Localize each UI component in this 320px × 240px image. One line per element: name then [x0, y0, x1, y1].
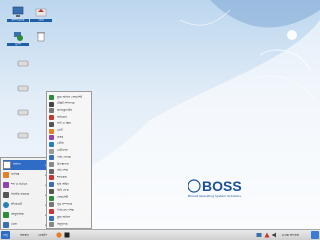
logo-tagline: Bharat Operating System Solutions [188, 194, 241, 198]
app-icon [49, 222, 54, 228]
computer-icon [12, 6, 24, 17]
home-folder-icon [35, 8, 47, 17]
logo-letters: BOSS [202, 178, 242, 194]
boss-logo-mark: BOSS [187, 178, 242, 194]
submenu-item-label: ফন্ট ও স্ক্রিন [57, 121, 71, 126]
media-icon [3, 182, 9, 188]
submenu-item-label: ক্যালকুলেটর [57, 107, 72, 112]
submenu-item-label: শব্দকোষ [57, 174, 67, 179]
taskbar-button-desktop[interactable]: ডেস্কটপ [36, 231, 49, 239]
app-icon [49, 135, 54, 141]
trash-icon [37, 32, 45, 42]
app-icon [49, 202, 54, 208]
show-desktop-button[interactable] [311, 231, 319, 239]
desktop-icon-trash[interactable] [30, 28, 52, 50]
desktop-icon-drive[interactable] [12, 104, 34, 126]
desktop-icon-label: ট্র্যাশ [7, 43, 29, 46]
clock[interactable]: 2:36 অপরাহ্ন [282, 231, 299, 239]
submenu-item-label: টেক্সট সম্পাদক [57, 101, 75, 106]
submenu-item-label: মুক্ত অফিস [57, 215, 71, 220]
submenu-item-label: অনুবাদক [57, 221, 68, 226]
network-icon [14, 32, 23, 41]
submenu-item[interactable]: অনুবাদক [49, 221, 91, 228]
submenu-item-label: উপস্থাপনা [57, 161, 69, 166]
submenu-item-label: ছবি আঁকা [57, 181, 69, 186]
submenu-item-label: চিঠি লেখা [57, 188, 70, 193]
app-icon [49, 148, 54, 154]
terminal-icon[interactable] [64, 232, 70, 238]
games-icon [3, 222, 9, 228]
app-icon [49, 162, 54, 167]
menu-item-accessories[interactable]: আনুষাঙ্গিক ▸ [3, 210, 47, 220]
submenu-item-label: ডেটাবেস [57, 148, 68, 153]
desktop-icon-home[interactable]: হোম [30, 4, 52, 26]
app-icon [49, 95, 54, 100]
submenu-item-label: অভিধান [57, 114, 68, 119]
drive-icon [17, 85, 29, 92]
submenu-item-label: প্রকল্প [57, 134, 64, 139]
submenu-item-label: নথি দর্শক [57, 168, 68, 173]
desktop-icon-label: কম্পিউটার [7, 19, 29, 22]
submenu-item-label: স্প্রেডশিট [57, 195, 69, 199]
desktop-icon-label: হোম [30, 19, 52, 22]
start-menu: অফিস ▸ গ্রাফিক্স ▸ শব্দ ও ভিডিও ▸ সিস্টে… [0, 157, 48, 230]
update-tray-icon[interactable] [264, 232, 270, 238]
browser-icon[interactable] [56, 232, 62, 238]
taskbar-button-places[interactable]: অবস্থান [18, 231, 31, 239]
app-icon [49, 182, 54, 188]
menu-item-internet[interactable]: ইন্টারনেট ▸ [3, 200, 47, 210]
menu-item-graphics[interactable]: গ্রাফিক্স ▸ [3, 170, 47, 180]
start-button[interactable]: মেনু [1, 231, 10, 239]
desktop-icon-drive[interactable] [12, 127, 34, 149]
submenu-item-label: মুক্ত অফিস স্প্রেডশিট [57, 94, 83, 99]
app-icon [49, 168, 54, 174]
app-icon [49, 188, 54, 194]
graphics-icon [3, 172, 9, 178]
app-icon [49, 115, 54, 121]
drive-icon [17, 132, 29, 139]
app-icon [49, 155, 54, 161]
submenu-item-label: নোট [57, 128, 63, 132]
app-icon [49, 108, 54, 114]
accessories-icon [3, 212, 9, 218]
app-icon [49, 195, 54, 201]
network-tray-icon[interactable] [256, 232, 262, 238]
desktop-icon-drive[interactable] [12, 80, 34, 102]
system-icon [3, 192, 9, 198]
app-icon [49, 215, 54, 221]
desktop-icon-drive[interactable] [12, 55, 34, 77]
drive-icon [17, 109, 29, 116]
menu-item-media[interactable]: শব্দ ও ভিডিও ▸ [3, 180, 47, 190]
app-icon [49, 101, 54, 107]
submenu-item-label: সূত্র সম্পাদক [57, 201, 73, 206]
office-submenu: মুক্ত অফিস স্প্রেডশিট টেক্সট সম্পাদক ক্যাল… [46, 91, 92, 229]
taskbar: মেনু অবস্থান ডেস্কটপ 2:36 অপরাহ্ন [0, 229, 320, 240]
submenu-item-label: পাঠ্য লেখক [57, 154, 71, 159]
boss-logo: BOSS Bharat Operating System Solutions [187, 178, 276, 214]
drive-icon [17, 60, 29, 67]
app-icon [49, 141, 54, 147]
submenu-item-label: পিডিএফ দর্শক [57, 208, 74, 213]
app-icon [49, 175, 54, 181]
desktop-icon-computer[interactable]: কম্পিউটার [7, 4, 29, 26]
app-icon [49, 128, 54, 134]
folder-icon [3, 161, 11, 169]
menu-item-system[interactable]: সিস্টেম সরঞ্জাম ▸ [3, 190, 47, 200]
app-icon [49, 121, 54, 127]
internet-icon [3, 202, 9, 208]
app-icon [49, 208, 54, 214]
submenu-item-label: খোঁজ [57, 141, 64, 146]
desktop-icon-network[interactable]: ট্র্যাশ [7, 28, 29, 50]
menu-item-office[interactable]: অফিস ▸ [3, 160, 47, 170]
volume-tray-icon[interactable] [272, 232, 278, 238]
